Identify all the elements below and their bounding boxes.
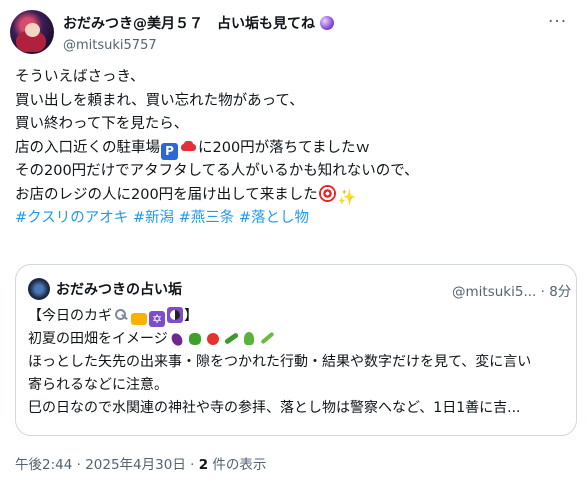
post-line-prefix: 店の入口近くの駐車場 [15,139,160,156]
pepper-icon [187,330,203,346]
views-count: 2 [198,457,209,473]
post-line: 買い出しを頼まれ、買い忘れた物があって、 [15,92,304,109]
leafy-green-icon [241,330,257,346]
user-handle[interactable]: @mitsuki5757 [63,38,157,53]
cucumber-icon [223,330,239,346]
star-of-david-icon: ✡ [149,311,165,327]
quoted-body: 【今日のカギ ✡ 】 初夏の田畑をイメージ ほっとした矢先の出来事・隙をつかれた行動… [28,305,568,420]
post-line: 買い終わって下を見たら、 [15,116,189,132]
display-name-text: おだみつき@美月５７ 占い垢も見てね [63,16,315,32]
post-line: お店のレジの人に200円を届け出して来ました ✨ [15,184,575,208]
display-name[interactable]: おだみつき@美月５７ 占い垢も見てね [63,13,334,33]
quoted-line: ほっとした矢先の出来事・隙をつかれた行動・結果や数字だけを見て、変に言い [28,354,532,370]
quoted-line-suffix: 】 [184,308,198,324]
post-line: そういえばさっき、 [15,69,145,85]
yin-yang-icon [167,307,183,323]
quoted-avatar[interactable] [28,278,50,300]
parking-icon: P [161,142,178,160]
post-line: 店の入口近くの駐車場 P に200円が落ちてましたｗ [15,137,575,161]
quoted-display-name[interactable]: おだみつきの占い垢 [56,279,182,299]
post-footer: 午後2:44 · 2025年4月30日 · 2 件の表示 [15,453,266,473]
post-line-text: お店のレジの人に200円を届け出して来ました [15,186,318,203]
quoted-line: 寄られるなどに注意。 [28,377,168,393]
quoted-line-prefix: 【今日のカギ [28,308,112,324]
lock-icon [131,313,147,325]
quoted-line: 【今日のカギ ✡ 】 [28,305,568,328]
car-icon [180,138,197,155]
eggplant-icon [169,330,185,346]
tomato-icon [205,330,221,346]
quoted-line: 巳の日なので水関連の神社や寺の参拝、落とし物は警察へなど、1日1善に吉... [28,400,521,416]
quoted-line: 初夏の田畑をイメージ [28,328,568,351]
post-line-suffix: に200円が落ちてましたｗ [198,139,370,156]
post-body: そういえばさっき、 買い出しを頼まれ、買い忘れた物があって、 買い終わって下を見… [15,66,575,231]
key-icon [113,307,129,323]
target-icon [318,184,336,202]
post-line: その200円だけでアタフタしてる人がいるかも知れないので、 [15,163,419,179]
bean-icon [259,330,275,346]
more-options-button[interactable]: ··· [548,12,567,32]
avatar[interactable] [10,10,54,54]
timestamp[interactable]: 午後2:44 · 2025年4月30日 · [15,457,199,473]
hashtags[interactable]: #クスリのアオキ #新潟 #燕三条 #落とし物 [15,207,575,231]
sparkles-icon: ✨ [337,187,357,206]
quoted-meta: @mitsuki5... · 8分 [452,284,572,300]
quoted-line-text: 初夏の田畑をイメージ [28,331,168,347]
quoted-post[interactable]: おだみつきの占い垢 @mitsuki5... · 8分 【今日のカギ ✡ 】 初夏の… [15,264,577,436]
crystal-ball-icon [320,16,334,30]
views-label: 件の表示 [208,457,267,473]
